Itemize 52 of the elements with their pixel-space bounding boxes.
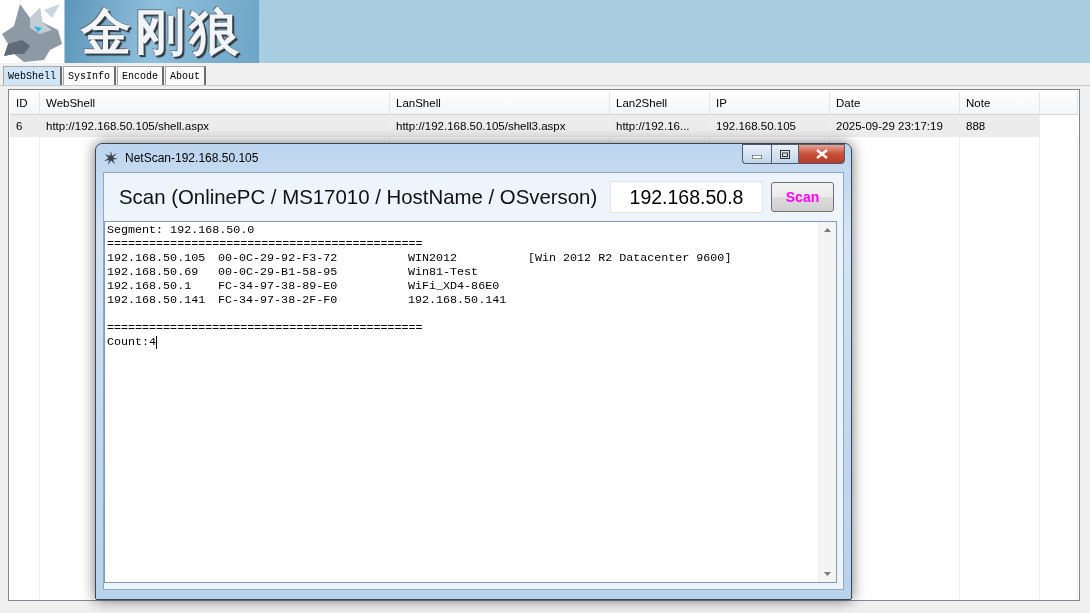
- logo-text: 金刚狼: [81, 2, 243, 61]
- column-header[interactable]: Date: [830, 91, 960, 114]
- vertical-scrollbar[interactable]: [818, 222, 836, 582]
- tab[interactable]: SysInfo: [63, 66, 117, 85]
- starburst-icon: [104, 150, 118, 165]
- count-text: Count:4: [107, 335, 157, 349]
- host-ip: 192.168.50.105: [107, 251, 207, 265]
- table-cell: http://192.168.50.105/shell3.aspx: [390, 115, 610, 137]
- wolf-illustration: [0, 0, 64, 63]
- table-row[interactable]: 6 http://192.168.50.105/shell.aspx http://192.168.50.105/shell3.aspx http://192.16... 192.168.50.105 2025-09-29 23:17:19 888: [10, 115, 1040, 137]
- column-header[interactable]: LanShell: [390, 91, 610, 114]
- tab[interactable]: Encode: [117, 66, 165, 85]
- table-cell: 6: [10, 115, 40, 137]
- host-name: Win81-Test: [408, 265, 480, 279]
- host-ip: 192.168.50.1: [107, 279, 193, 293]
- scroll-up-arrow-icon[interactable]: [824, 228, 831, 232]
- host-name: WiFi_XD4-86E0: [408, 279, 501, 293]
- separator-line: =============================================: [107, 237, 423, 251]
- host-mac: 00-0C-29-92-F3-72: [218, 251, 339, 265]
- ip-input-field[interactable]: 192.168.50.8: [610, 181, 763, 213]
- table-cell: http://192.168.50.105/shell.aspx: [40, 115, 390, 137]
- text-caret-icon: [156, 335, 158, 349]
- host-mac: FC-34-97-38-2F-F0: [218, 293, 339, 307]
- scroll-down-arrow-icon[interactable]: [824, 572, 831, 576]
- segment-line: Segment: 192.168.50.0: [107, 223, 255, 237]
- close-button[interactable]: [798, 144, 845, 164]
- minimize-icon: [752, 154, 762, 159]
- host-name: WIN2012: [408, 251, 459, 265]
- maximize-icon: [780, 149, 790, 159]
- host-os: [Win 2012 R2 Datacenter 9600]: [528, 251, 732, 265]
- column-header[interactable]: ID: [10, 91, 40, 114]
- close-icon: [815, 149, 828, 159]
- column-header[interactable]: Note: [960, 91, 1040, 114]
- table-cell: 192.168.50.105: [710, 115, 830, 137]
- host-mac: FC-34-97-38-89-E0: [218, 279, 339, 293]
- host-ip: 192.168.50.69: [107, 265, 200, 279]
- column-header[interactable]: IP: [710, 91, 830, 114]
- scan-label: Scan (OnlinePC / MS17010 / HostName / OSverson): [119, 185, 599, 209]
- table-cell: 2025-09-29 23:17:19: [830, 115, 960, 137]
- minimize-button[interactable]: [742, 144, 771, 164]
- host-name: 192.168.50.141: [408, 293, 508, 307]
- table-cell: 888: [960, 115, 1040, 137]
- host-ip: 192.168.50.141: [107, 293, 207, 307]
- window-title: NetScan-192.168.50.105: [125, 150, 259, 165]
- tab[interactable]: About: [165, 66, 207, 85]
- host-mac: 00-0C-29-B1-58-95: [218, 265, 339, 279]
- column-header[interactable]: WebShell: [40, 91, 390, 114]
- separator-line: =============================================: [107, 321, 423, 335]
- column-header[interactable]: Lan2Shell: [610, 91, 710, 114]
- table-cell: http://192.16...: [610, 115, 710, 137]
- maximize-button[interactable]: [771, 144, 798, 164]
- tab[interactable]: WebShell: [3, 66, 62, 85]
